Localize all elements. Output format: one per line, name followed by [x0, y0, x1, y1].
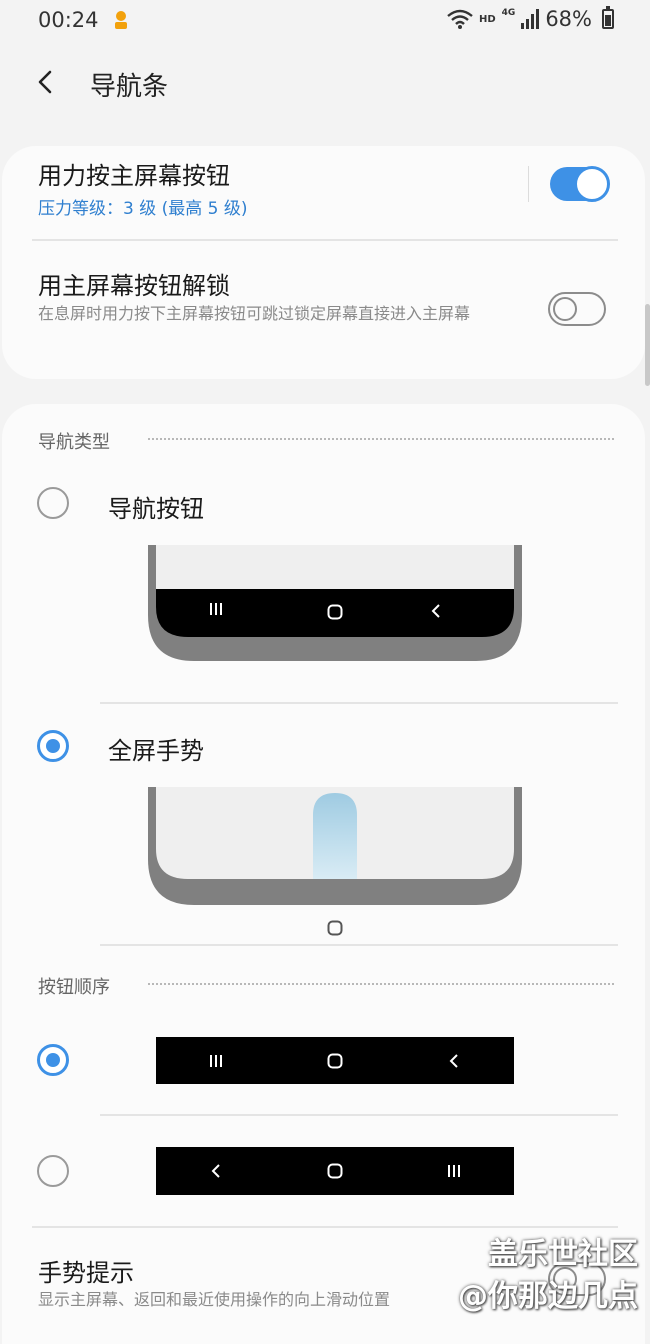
battery-icon — [602, 6, 614, 29]
unlock-home-description: 在息屏时用力按下主屏幕按钮可跳过锁定屏幕直接进入主屏幕 — [38, 304, 471, 323]
status-icons: HD 4G 68% — [447, 6, 614, 31]
home-icon — [327, 1053, 343, 1069]
radio-order-back-home-recents[interactable] — [37, 1155, 69, 1187]
back-button[interactable] — [28, 62, 68, 102]
phone-preview-illustration — [148, 787, 522, 905]
status-time: 00:24 — [38, 8, 99, 32]
recents-icon — [446, 1163, 462, 1179]
home-icon — [327, 1163, 343, 1179]
fullscreen-gestures-label[interactable]: 全屏手势 — [108, 731, 204, 766]
button-order-header: 按钮顺序 — [38, 977, 110, 998]
recents-icon — [208, 601, 224, 617]
radio-order-recents-home-back[interactable] — [37, 1044, 69, 1076]
scrollbar[interactable] — [645, 304, 650, 386]
unlock-home-toggle[interactable] — [548, 292, 606, 326]
watermark-user: @你那边几点 — [458, 1279, 638, 1314]
divider — [100, 702, 618, 704]
watermark: 盖乐世社区 @你那边几点 — [458, 1234, 638, 1318]
back-icon — [446, 1053, 462, 1069]
status-bar: 00:24 HD 4G 68% — [0, 0, 650, 40]
recents-icon — [208, 1053, 224, 1069]
page-title: 导航条 — [90, 72, 169, 102]
cellular-signal-icon — [521, 9, 540, 29]
hd-voice-indicator: HD — [478, 13, 496, 25]
divider — [100, 1114, 618, 1116]
radio-fullscreen-gestures[interactable] — [37, 730, 69, 762]
phone-preview-illustration — [148, 545, 522, 661]
nav-type-header: 导航类型 — [38, 432, 110, 453]
nav-buttons-preview[interactable] — [148, 545, 522, 661]
order-preview-back-home-recents[interactable] — [156, 1147, 514, 1195]
gesture-hint-setting[interactable]: 手势提示 显示主屏幕、返回和最近使用操作的向上滑动位置 — [38, 1253, 518, 1323]
section-dots — [148, 438, 614, 440]
section-dots — [148, 983, 614, 985]
unlock-home-title: 用主屏幕按钮解锁 — [38, 272, 230, 300]
force-press-toggle[interactable] — [550, 166, 610, 202]
network-type-label: 4G — [501, 8, 516, 18]
order-preview-recents-home-back[interactable] — [156, 1037, 514, 1084]
force-press-setting[interactable]: 用力按主屏幕按钮 压力等级：3 级 (最高 5 级) — [38, 156, 518, 226]
divider — [100, 944, 618, 946]
back-icon — [208, 1163, 224, 1179]
app-notification-icon — [110, 9, 132, 31]
unlock-home-setting[interactable]: 用主屏幕按钮解锁 在息屏时用力按下主屏幕按钮可跳过锁定屏幕直接进入主屏幕 — [38, 266, 528, 362]
home-indicator-icon — [327, 920, 343, 936]
wifi-icon — [447, 9, 473, 29]
back-icon — [428, 603, 444, 619]
watermark-community: 盖乐世社区 — [488, 1237, 638, 1272]
radio-nav-buttons[interactable] — [37, 487, 69, 519]
divider — [32, 239, 618, 241]
home-icon — [327, 604, 343, 620]
nav-buttons-label[interactable]: 导航按钮 — [108, 489, 204, 524]
gestures-preview[interactable] — [148, 787, 522, 937]
gesture-hint-description: 显示主屏幕、返回和最近使用操作的向上滑动位置 — [38, 1290, 391, 1309]
force-press-level: 压力等级：3 级 (最高 5 级) — [38, 199, 248, 219]
divider — [528, 166, 529, 202]
battery-percentage: 68% — [545, 7, 592, 31]
divider — [32, 1226, 618, 1228]
gesture-hint-title: 手势提示 — [38, 1259, 134, 1287]
force-press-title: 用力按主屏幕按钮 — [38, 162, 230, 190]
back-arrow-icon — [38, 70, 52, 94]
